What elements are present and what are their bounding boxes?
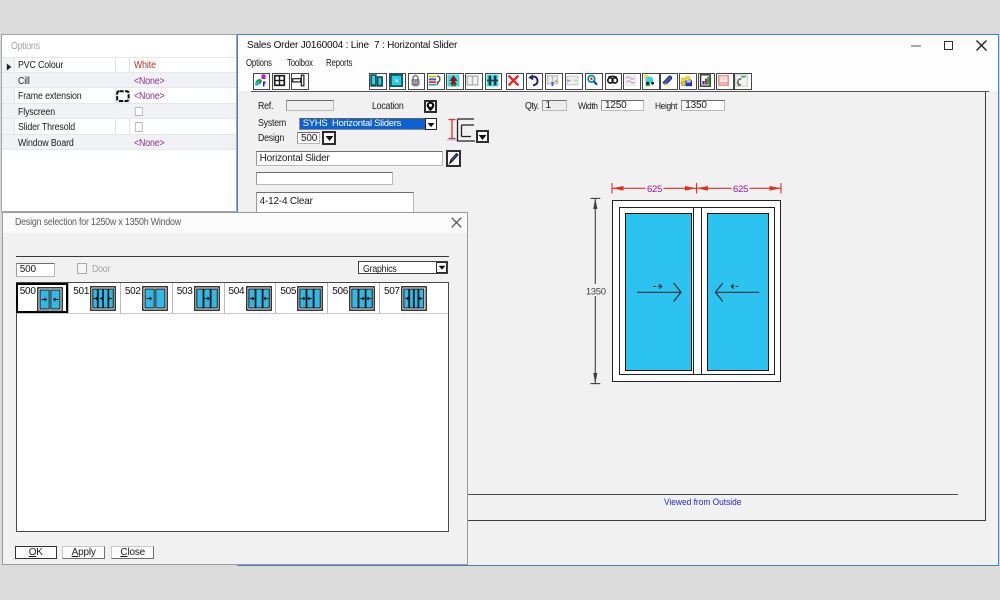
svg-text:625: 625: [733, 184, 748, 195]
svg-text:1350: 1350: [586, 287, 606, 298]
svg-text:625: 625: [647, 184, 662, 195]
